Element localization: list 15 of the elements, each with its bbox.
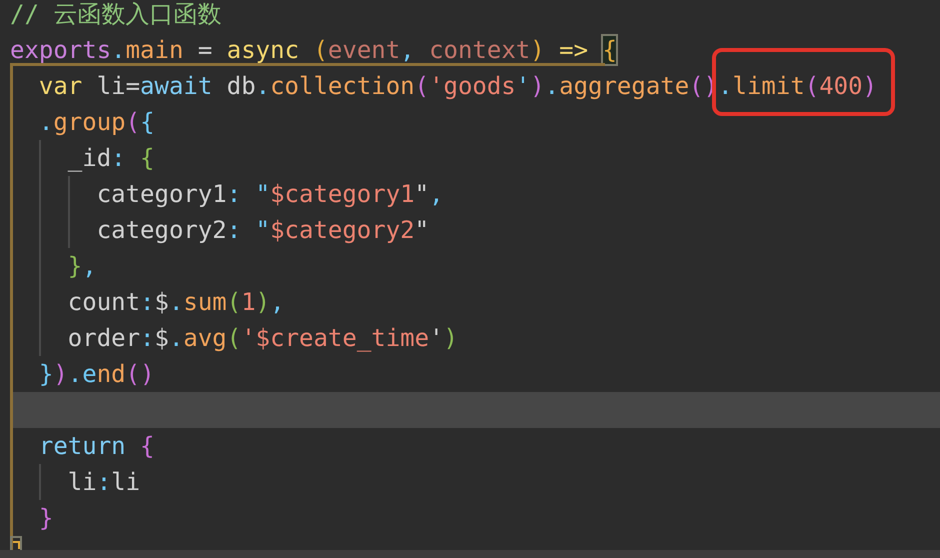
code-line: return { bbox=[38, 431, 154, 462]
code-line: _id: { bbox=[66, 143, 155, 174]
code-line: }, bbox=[66, 251, 97, 282]
code-line: // 云函数入口函数 bbox=[10, 0, 222, 30]
code-line: category1: "$category1", bbox=[96, 179, 444, 210]
code-line: category2: "$category2" bbox=[96, 215, 430, 246]
code-line: li:li bbox=[66, 467, 140, 498]
code-line: .group({ bbox=[38, 107, 155, 138]
highlighted-code: .limit(400) bbox=[712, 48, 896, 116]
code-line: }).end() bbox=[38, 359, 155, 390]
bracket-match-icon bbox=[10, 536, 22, 550]
code-line: exports.main = async (event, context) => { bbox=[10, 34, 617, 67]
code-line: count:$.sum(1), bbox=[66, 287, 285, 318]
code-line: order:$.avg('$create_time') bbox=[66, 323, 458, 354]
code-line: } bbox=[38, 503, 54, 534]
